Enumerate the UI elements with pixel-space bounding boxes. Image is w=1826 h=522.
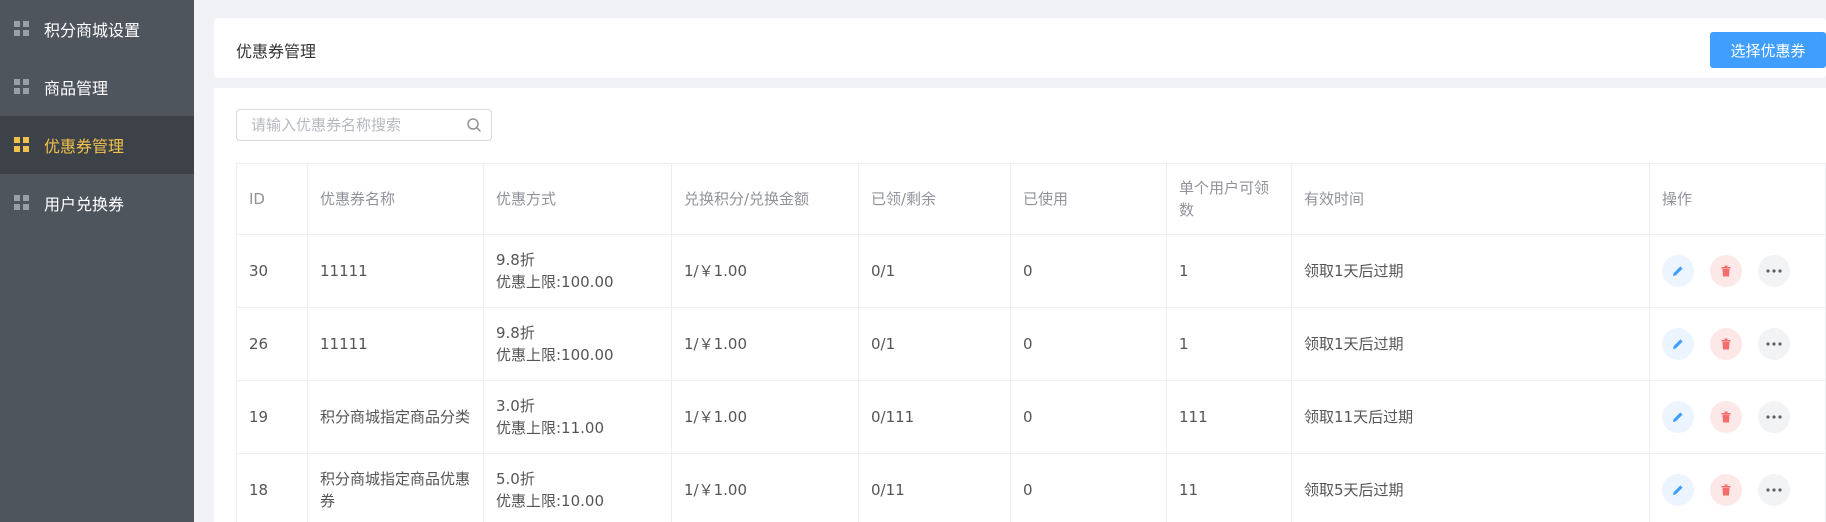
grid-icon xyxy=(14,79,30,95)
cell-exchange: 1/￥1.00 xyxy=(672,235,859,307)
sidebar-item-coupon-management[interactable]: 优惠券管理 xyxy=(0,116,194,174)
pencil-icon[interactable] xyxy=(1662,474,1694,506)
cell-exchange: 1/￥1.00 xyxy=(672,381,859,453)
more-icon[interactable] xyxy=(1758,401,1790,433)
discount-limit: 优惠上限:10.00 xyxy=(496,492,604,510)
table-row: 18 积分商城指定商品优惠券 5.0折优惠上限:10.00 1/￥1.00 0/… xyxy=(236,454,1826,522)
discount-rate: 9.8折 xyxy=(496,251,535,269)
cell-discount: 3.0折优惠上限:11.00 xyxy=(484,381,672,453)
cell-per-user: 11 xyxy=(1167,454,1292,522)
cell-discount: 9.8折优惠上限:100.00 xyxy=(484,308,672,380)
trash-icon[interactable] xyxy=(1710,255,1742,287)
column-header: ID xyxy=(236,164,308,234)
column-header: 有效时间 xyxy=(1292,164,1650,234)
column-header: 优惠方式 xyxy=(484,164,672,234)
cell-per-user: 1 xyxy=(1167,308,1292,380)
cell-valid-time: 领取1天后过期 xyxy=(1292,235,1650,307)
pencil-icon[interactable] xyxy=(1662,255,1694,287)
cell-used: 0 xyxy=(1011,454,1167,522)
trash-icon[interactable] xyxy=(1710,474,1742,506)
cell-id: 19 xyxy=(236,381,308,453)
cell-claimed: 0/1 xyxy=(859,308,1011,380)
more-icon[interactable] xyxy=(1758,328,1790,360)
search-input[interactable] xyxy=(251,116,457,134)
discount-rate: 3.0折 xyxy=(496,397,535,415)
sidebar-item-points-mall-settings[interactable]: 积分商城设置 xyxy=(0,0,194,58)
trash-icon[interactable] xyxy=(1710,328,1742,360)
cell-actions xyxy=(1650,235,1826,307)
main-content: ID 优惠券名称 优惠方式 兑换积分/兑换金额 已领/剩余 已使用 单个用户可领… xyxy=(214,88,1826,522)
discount-rate: 5.0折 xyxy=(496,470,535,488)
cell-per-user: 1 xyxy=(1167,235,1292,307)
column-header: 已领/剩余 xyxy=(859,164,1011,234)
column-header: 操作 xyxy=(1650,164,1826,234)
cell-name: 积分商城指定商品优惠券 xyxy=(308,454,484,522)
cell-valid-time: 领取1天后过期 xyxy=(1292,308,1650,380)
sidebar-item-label: 商品管理 xyxy=(44,79,109,98)
cell-discount: 9.8折优惠上限:100.00 xyxy=(484,235,672,307)
sidebar-item-label: 积分商城设置 xyxy=(44,21,141,40)
cell-name: 11111 xyxy=(308,308,484,380)
table-row: 30 11111 9.8折优惠上限:100.00 1/￥1.00 0/1 0 1… xyxy=(236,235,1826,308)
cell-used: 0 xyxy=(1011,381,1167,453)
column-header: 单个用户可领数 xyxy=(1167,164,1292,234)
pencil-icon[interactable] xyxy=(1662,328,1694,360)
sidebar-item-label: 用户兑换券 xyxy=(44,195,125,214)
grid-icon xyxy=(14,137,30,153)
search-box xyxy=(236,109,492,141)
sidebar-item-user-coupons[interactable]: 用户兑换券 xyxy=(0,174,194,232)
cell-id: 26 xyxy=(236,308,308,380)
cell-valid-time: 领取5天后过期 xyxy=(1292,454,1650,522)
discount-rate: 9.8折 xyxy=(496,324,535,342)
cell-per-user: 111 xyxy=(1167,381,1292,453)
more-icon[interactable] xyxy=(1758,255,1790,287)
table-header: ID 优惠券名称 优惠方式 兑换积分/兑换金额 已领/剩余 已使用 单个用户可领… xyxy=(236,163,1826,235)
column-header: 已使用 xyxy=(1011,164,1167,234)
grid-icon xyxy=(14,21,30,37)
column-header: 优惠券名称 xyxy=(308,164,484,234)
table-row: 19 积分商城指定商品分类 3.0折优惠上限:11.00 1/￥1.00 0/1… xyxy=(236,381,1826,454)
cell-claimed: 0/111 xyxy=(859,381,1011,453)
cell-claimed: 0/1 xyxy=(859,235,1011,307)
search-icon[interactable] xyxy=(457,110,491,140)
trash-icon[interactable] xyxy=(1710,401,1742,433)
cell-used: 0 xyxy=(1011,308,1167,380)
grid-icon xyxy=(14,195,30,211)
cell-exchange: 1/￥1.00 xyxy=(672,308,859,380)
pencil-icon[interactable] xyxy=(1662,401,1694,433)
column-header: 兑换积分/兑换金额 xyxy=(672,164,859,234)
cell-id: 30 xyxy=(236,235,308,307)
sidebar: 积分商城设置 商品管理 优惠券管理 用户兑换券 xyxy=(0,0,194,522)
cell-actions xyxy=(1650,381,1826,453)
cell-valid-time: 领取11天后过期 xyxy=(1292,381,1650,453)
select-coupon-button[interactable]: 选择优惠券 xyxy=(1710,32,1826,68)
table-row: 26 11111 9.8折优惠上限:100.00 1/￥1.00 0/1 0 1… xyxy=(236,308,1826,381)
cell-claimed: 0/11 xyxy=(859,454,1011,522)
cell-name: 积分商城指定商品分类 xyxy=(308,381,484,453)
coupon-table: ID 优惠券名称 优惠方式 兑换积分/兑换金额 已领/剩余 已使用 单个用户可领… xyxy=(236,163,1826,522)
cell-used: 0 xyxy=(1011,235,1167,307)
page-header: 优惠券管理 选择优惠券 xyxy=(214,18,1826,78)
sidebar-item-product-management[interactable]: 商品管理 xyxy=(0,58,194,116)
more-icon[interactable] xyxy=(1758,474,1790,506)
cell-name: 11111 xyxy=(308,235,484,307)
sidebar-item-label: 优惠券管理 xyxy=(44,137,125,156)
discount-limit: 优惠上限:100.00 xyxy=(496,346,614,364)
discount-limit: 优惠上限:100.00 xyxy=(496,273,614,291)
page-title: 优惠券管理 xyxy=(236,42,317,61)
cell-exchange: 1/￥1.00 xyxy=(672,454,859,522)
cell-discount: 5.0折优惠上限:10.00 xyxy=(484,454,672,522)
discount-limit: 优惠上限:11.00 xyxy=(496,419,604,437)
cell-actions xyxy=(1650,454,1826,522)
cell-actions xyxy=(1650,308,1826,380)
cell-id: 18 xyxy=(236,454,308,522)
